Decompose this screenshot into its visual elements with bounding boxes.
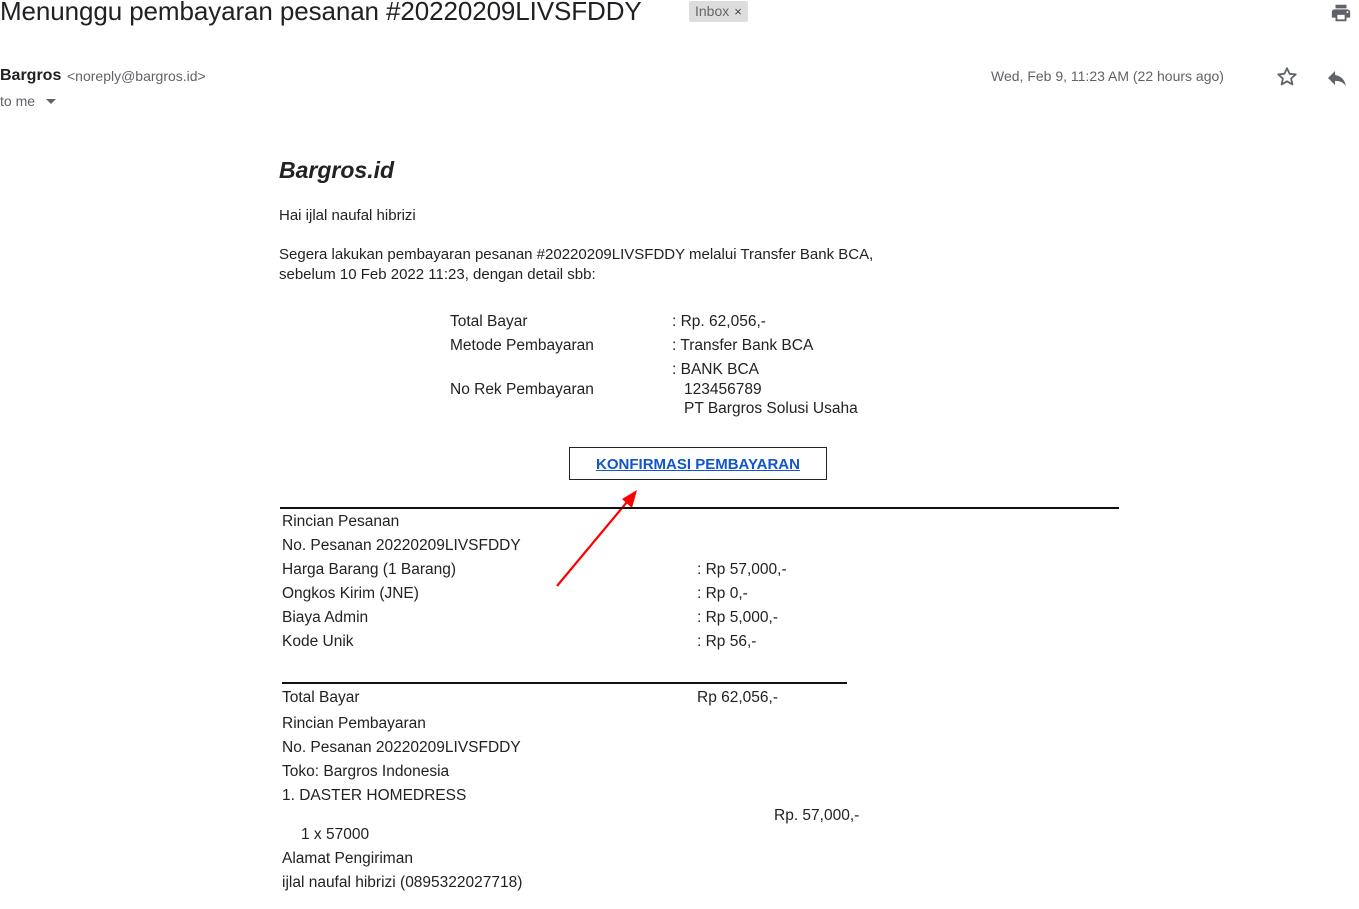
summary-method-label: Metode Pembayaran <box>450 337 594 354</box>
summary-account-name: PT Bargros Solusi Usaha <box>684 400 858 417</box>
email-subject: Menunggu pembayaran pesanan #20220209LIV… <box>0 0 642 26</box>
email-date: Wed, Feb 9, 11:23 AM (22 hours ago) <box>991 68 1224 84</box>
sender-name[interactable]: Bargros <box>0 67 61 85</box>
show-details-dropdown-icon[interactable] <box>46 99 56 104</box>
payment-order-number: No. Pesanan 20220209LIVSFDDY <box>282 739 521 756</box>
order-row-value: : Rp 57,000,- <box>697 561 787 578</box>
order-row-value: : Rp 0,- <box>697 585 748 602</box>
summary-total-label: Total Bayar <box>450 313 528 330</box>
order-row-label: Kode Unik <box>282 633 354 650</box>
item-price: Rp. 57,000,- <box>774 807 860 824</box>
inbox-label-chip[interactable]: Inbox × <box>689 1 748 22</box>
recipient-summary: to me <box>0 93 36 109</box>
confirm-payment-button[interactable]: KONFIRMASI PEMBAYARAN <box>569 447 827 480</box>
greeting: Hai ijlal naufal hibrizi <box>279 207 416 224</box>
total-divider <box>282 682 847 684</box>
annotation-arrow <box>556 490 637 587</box>
section-divider <box>280 507 1119 509</box>
reply-icon[interactable] <box>1325 66 1349 90</box>
order-row-label: Biaya Admin <box>282 609 369 626</box>
summary-account-label: No Rek Pembayaran <box>450 381 594 398</box>
sender-email: <noreply@bargros.id> <box>67 68 206 84</box>
summary-account-number: 123456789 <box>684 381 762 398</box>
summary-total-value: : Rp. 62,056,- <box>672 313 766 330</box>
star-icon[interactable] <box>1275 65 1299 89</box>
order-row-value: : Rp 5,000,- <box>697 609 778 626</box>
store-name: Toko: Bargros Indonesia <box>282 763 450 780</box>
order-row-value: : Rp 56,- <box>697 633 757 650</box>
recipient-info: ijlal naufal hibrizi (0895322027718) <box>282 874 523 891</box>
summary-method-value: : Transfer Bank BCA <box>672 337 814 354</box>
remove-label-icon[interactable]: × <box>734 4 742 19</box>
order-row-label: Ongkos Kirim (JNE) <box>282 585 419 602</box>
summary-account-bank: : BANK BCA <box>672 361 759 378</box>
item-name: 1. DASTER HOMEDRESS <box>282 787 467 804</box>
order-number: No. Pesanan 20220209LIVSFDDY <box>282 537 521 554</box>
intro-line-1: Segera lakukan pembayaran pesanan #20220… <box>279 246 874 263</box>
order-total-label: Total Bayar <box>282 689 360 706</box>
payment-details-title: Rincian Pembayaran <box>282 715 426 732</box>
label-text: Inbox <box>695 3 730 19</box>
print-icon[interactable] <box>1330 2 1352 24</box>
intro-line-2: sebelum 10 Feb 2022 11:23, dengan detail… <box>279 266 596 283</box>
order-details-title: Rincian Pesanan <box>282 513 400 530</box>
item-quantity: 1 x 57000 <box>301 826 370 843</box>
order-row-label: Harga Barang (1 Barang) <box>282 561 457 578</box>
brand-logo-text: Bargros.id <box>279 157 395 183</box>
shipping-address-title: Alamat Pengiriman <box>282 850 413 867</box>
order-total-value: Rp 62,056,- <box>697 689 778 706</box>
